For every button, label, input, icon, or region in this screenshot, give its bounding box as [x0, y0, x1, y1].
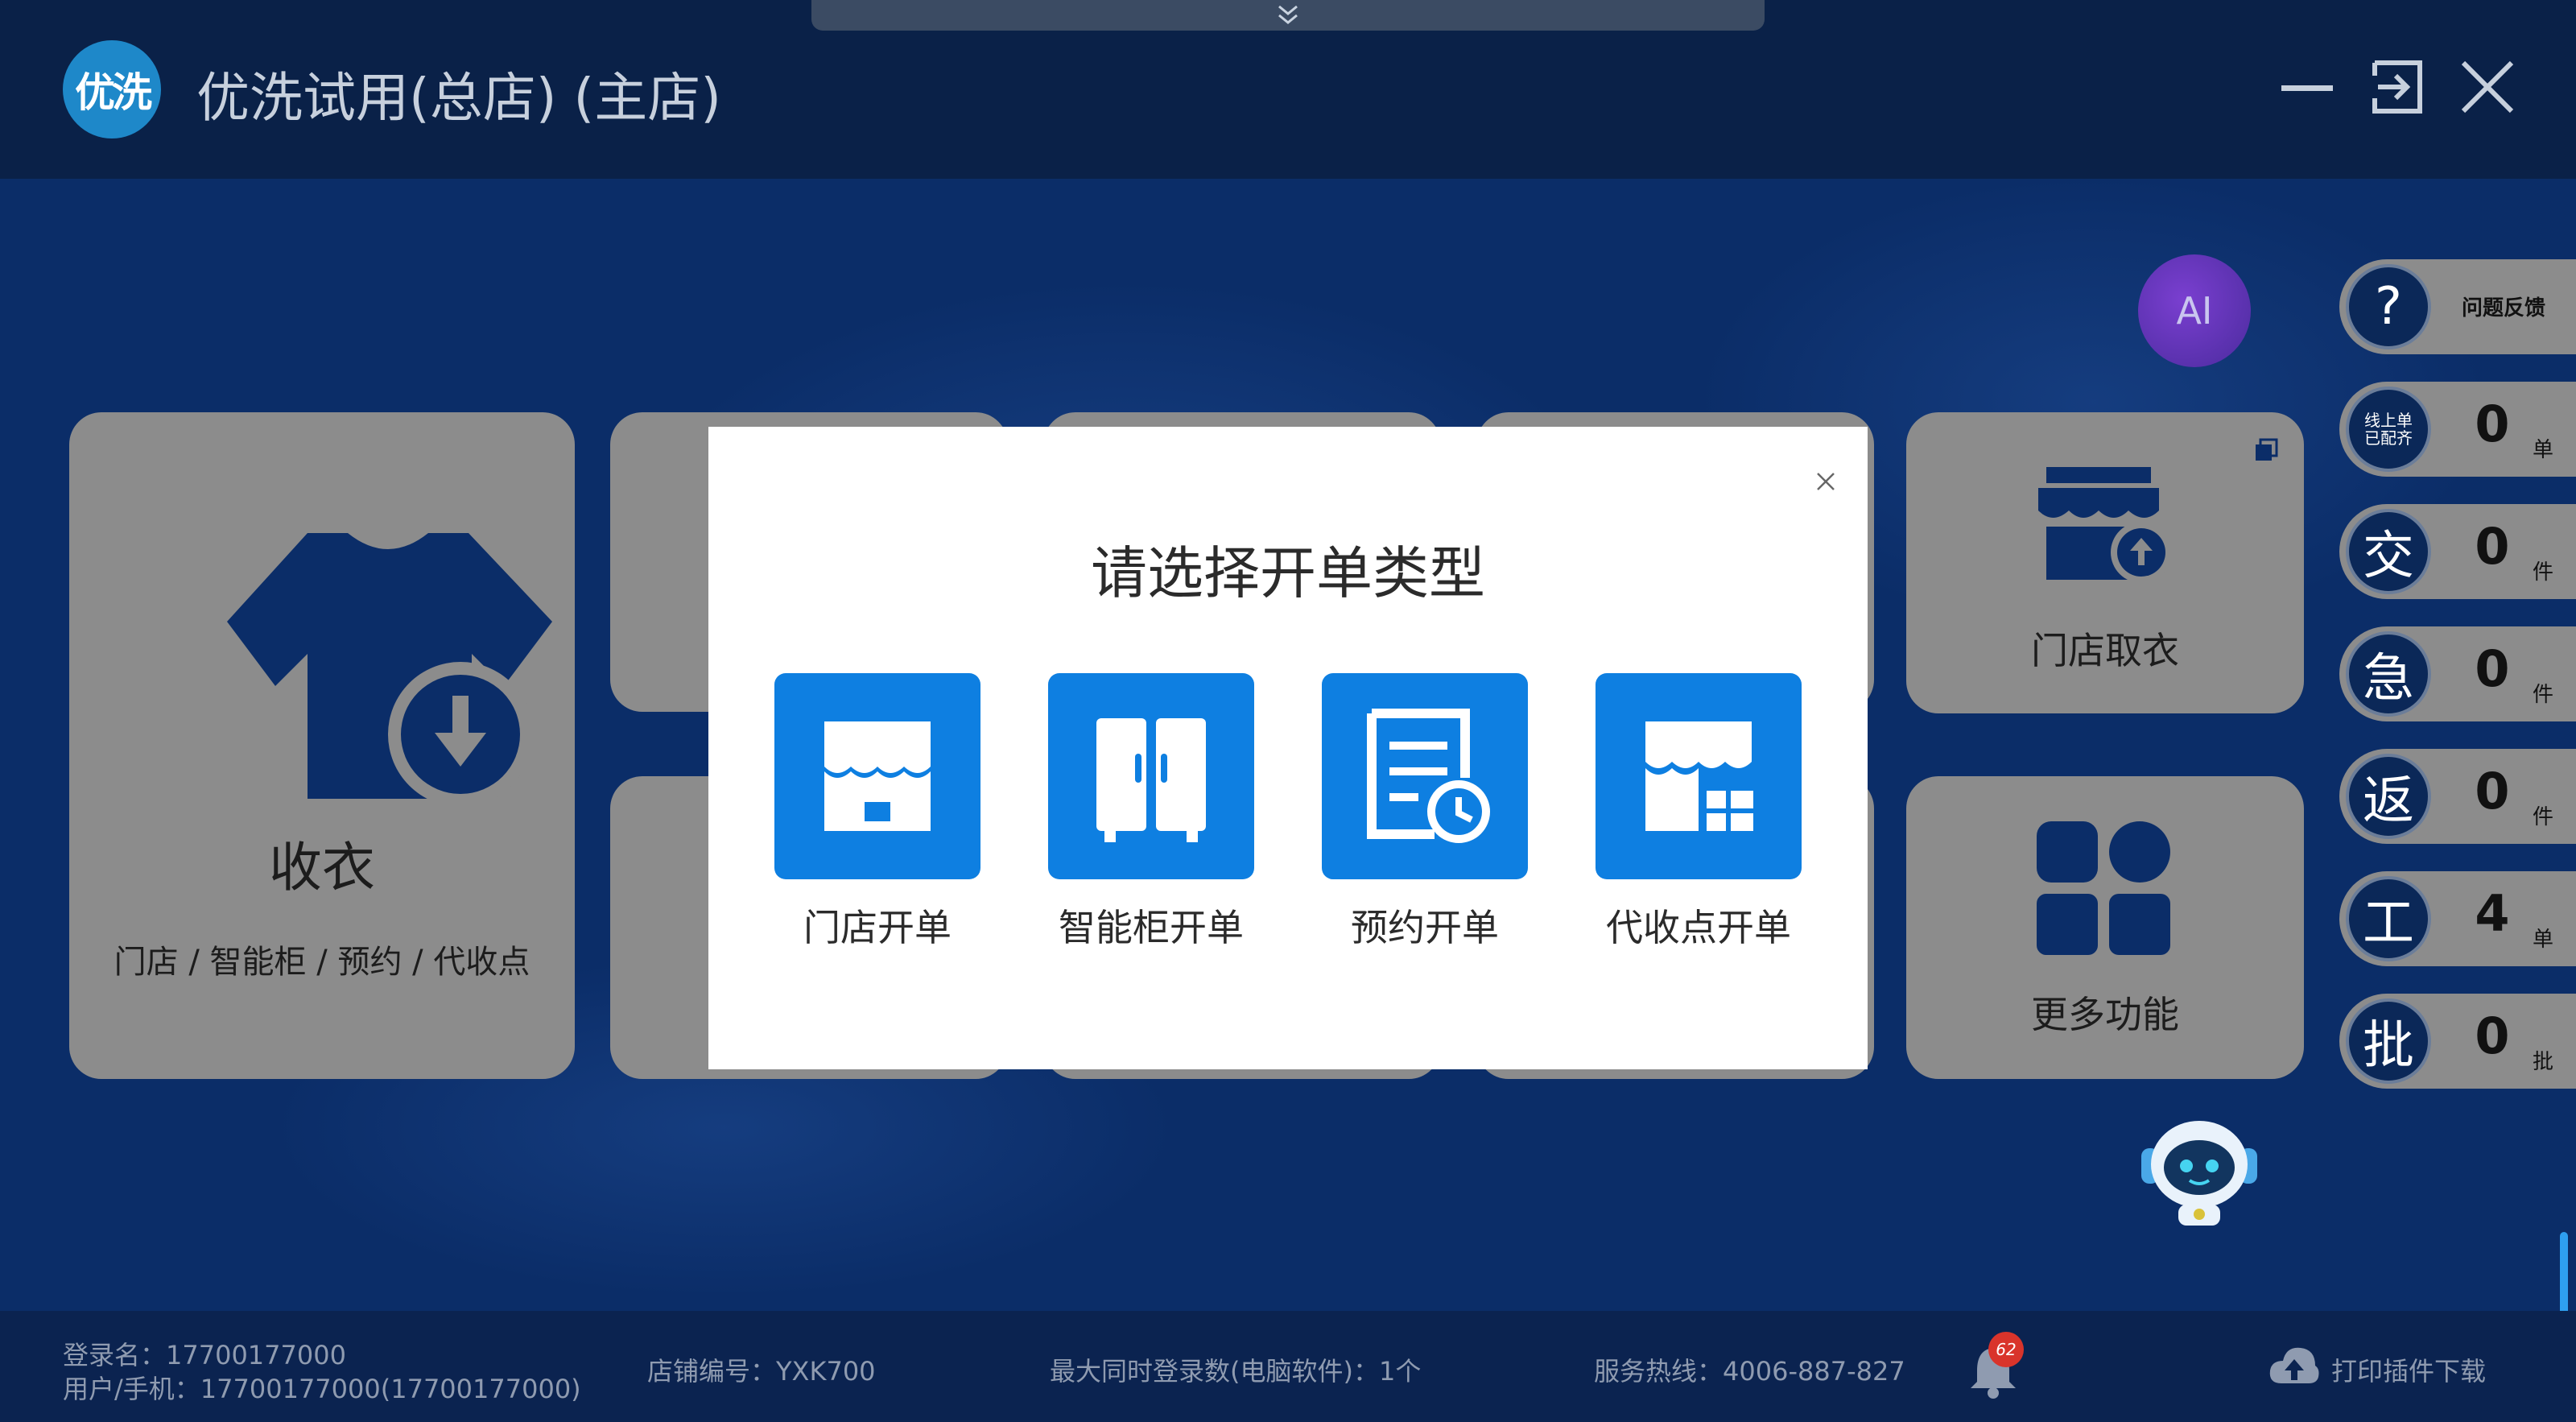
locker-order-option[interactable]: 智能柜开单	[1014, 673, 1288, 963]
user-phone: 用户/手机：17700177000(17700177000)	[63, 1374, 581, 1404]
online-orders-count: 0	[2475, 395, 2510, 453]
return-pill[interactable]: 返 0 件	[2339, 749, 2576, 844]
app-logo: 优洗	[63, 40, 161, 138]
return-count: 0	[2475, 762, 2510, 821]
question-icon: ?	[2346, 264, 2431, 349]
deliver-count: 0	[2475, 517, 2510, 576]
online-orders-unit: 单	[2533, 438, 2554, 462]
agent-order-option[interactable]: 代收点开单	[1562, 673, 1835, 963]
batch-count: 0	[2475, 1007, 2510, 1065]
dialog-title: 请选择开单类型	[1091, 540, 1485, 606]
store-pickup-icon	[2038, 467, 2170, 583]
store-order-tile[interactable]	[774, 673, 980, 879]
collapse-toggle[interactable]	[811, 0, 1765, 31]
shirt-download-icon	[227, 533, 552, 807]
urgent-count: 0	[2475, 639, 2510, 698]
store-order-label: 门店开单	[803, 906, 952, 949]
grid-icon	[2037, 821, 2170, 955]
store-pickup-label: 门店取衣	[2031, 629, 2179, 672]
exit-icon	[2372, 60, 2422, 114]
locker-order-label: 智能柜开单	[1059, 906, 1244, 949]
robot-assistant-icon[interactable]	[2138, 1114, 2260, 1227]
scrollbar[interactable]	[2560, 1232, 2568, 1321]
deliver-pill[interactable]: 交 0 件	[2339, 504, 2576, 599]
locker-icon	[1096, 718, 1206, 842]
store-title: 优洗试用(总店) (主店)	[196, 67, 721, 129]
work-unit: 单	[2533, 928, 2554, 952]
deliver-unit: 件	[2533, 560, 2554, 585]
ai-assistant-button[interactable]: AI	[2138, 254, 2251, 367]
status-bar: 登录名：17700177000 用户/手机：17700177000(177001…	[0, 1311, 2576, 1422]
urgent-pill[interactable]: 急 0 件	[2339, 626, 2576, 721]
online-orders-pill[interactable]: 线上单 已配齐 0 单	[2339, 382, 2576, 477]
return-icon: 返	[2346, 754, 2431, 839]
order-type-dialog: 请选择开单类型 门店开单 智能柜开单 预约开单 代收点开单	[708, 427, 1868, 1069]
return-unit: 件	[2533, 805, 2554, 829]
service-hotline: 服务热线：4006-887-827	[1594, 1356, 1905, 1387]
close-icon	[2461, 60, 2514, 114]
appointment-order-option[interactable]: 预约开单	[1288, 673, 1562, 963]
print-plugin-download-link[interactable]: 打印插件下载	[2331, 1351, 2486, 1388]
max-login-count: 最大同时登录数(电脑软件)：1个	[1050, 1356, 1422, 1387]
appointment-icon	[1367, 709, 1490, 843]
more-functions-card[interactable]: 更多功能	[1906, 776, 2304, 1079]
receive-clothes-subtitle: 门店 / 智能柜 / 预约 / 代收点	[114, 944, 530, 981]
agent-order-label: 代收点开单	[1606, 906, 1791, 949]
store-pickup-card[interactable]: 门店取衣	[1906, 412, 2304, 713]
batch-icon: 批	[2346, 998, 2431, 1084]
batch-unit: 批	[2533, 1050, 2554, 1074]
close-window-button[interactable]	[2457, 56, 2518, 118]
receive-clothes-card[interactable]: 收衣 门店 / 智能柜 / 预约 / 代收点	[69, 412, 575, 1079]
appointment-order-label: 预约开单	[1351, 906, 1499, 949]
more-functions-label: 更多功能	[2031, 993, 2179, 1036]
agent-store-icon	[1645, 721, 1753, 831]
dialog-close-button[interactable]	[1806, 462, 1845, 501]
copy-icon	[2256, 438, 2278, 461]
minimize-button[interactable]	[2277, 56, 2338, 118]
agent-order-tile[interactable]	[1596, 673, 1802, 879]
close-icon	[1817, 473, 1835, 490]
notification-badge: 62	[1988, 1332, 2024, 1367]
locker-order-tile[interactable]	[1048, 673, 1254, 879]
work-pill[interactable]: 工 4 单	[2339, 871, 2576, 966]
receive-clothes-title: 收衣	[269, 837, 375, 899]
logout-button[interactable]	[2367, 56, 2428, 118]
work-icon: 工	[2346, 876, 2431, 961]
urgent-icon: 急	[2346, 631, 2431, 717]
login-name: 登录名：17700177000	[63, 1340, 346, 1370]
online-orders-line2: 已配齐	[2364, 428, 2413, 448]
feedback-pill[interactable]: ? 问题反馈	[2339, 259, 2576, 354]
work-count: 4	[2475, 884, 2510, 943]
title-bar: 优洗 优洗试用(总店) (主店)	[0, 0, 2576, 179]
store-order-option[interactable]: 门店开单	[741, 673, 1014, 963]
online-orders-line1: 线上单	[2364, 411, 2413, 430]
appointment-order-tile[interactable]	[1322, 673, 1528, 879]
urgent-unit: 件	[2533, 683, 2554, 707]
cloud-upload-icon[interactable]	[2268, 1343, 2320, 1391]
minimize-icon	[2281, 85, 2333, 91]
store-number: 店铺编号：YXK700	[647, 1356, 876, 1387]
feedback-label: 问题反馈	[2462, 296, 2546, 320]
storefront-icon	[824, 721, 931, 831]
deliver-icon: 交	[2346, 509, 2431, 594]
online-orders-icon: 线上单 已配齐	[2346, 387, 2431, 472]
double-chevron-down-icon	[1278, 5, 1298, 24]
batch-pill[interactable]: 批 0 批	[2339, 994, 2576, 1089]
